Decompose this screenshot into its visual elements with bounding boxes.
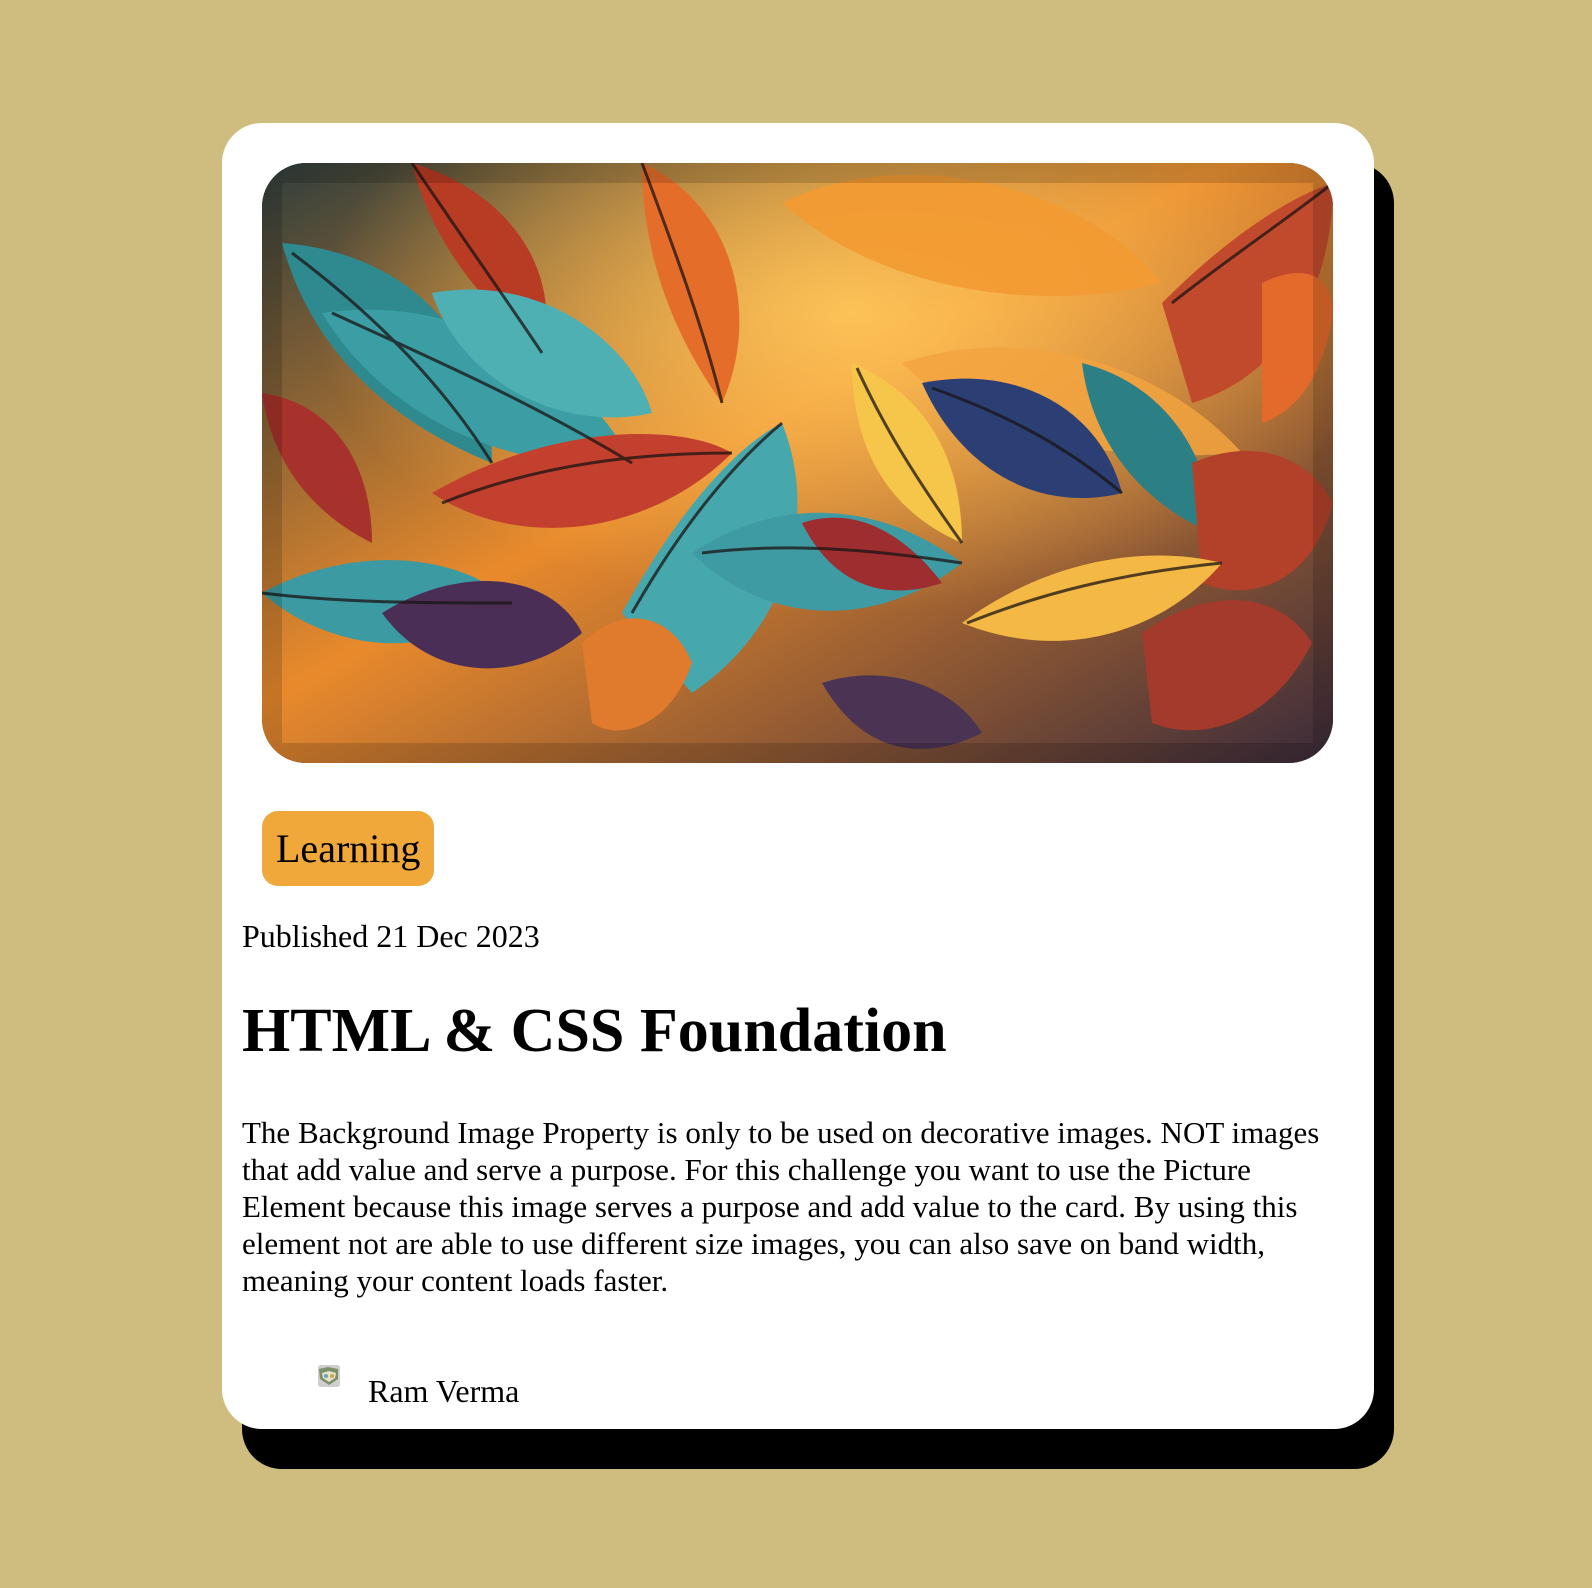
author-name: Ram Verma bbox=[368, 1373, 520, 1409]
category-tag: Learning bbox=[262, 811, 435, 886]
card-description: The Background Image Property is only to… bbox=[242, 1115, 1320, 1298]
published-date: Published 21 Dec 2023 bbox=[242, 918, 540, 954]
card-title[interactable]: HTML & CSS Foundation bbox=[242, 993, 947, 1069]
avatar-icon bbox=[318, 1365, 340, 1387]
author-info: Ram Verma bbox=[318, 1361, 519, 1411]
card-hero-image bbox=[262, 163, 1333, 763]
blog-card: Learning Published 21 Dec 2023 HTML & CS… bbox=[222, 123, 1374, 1429]
